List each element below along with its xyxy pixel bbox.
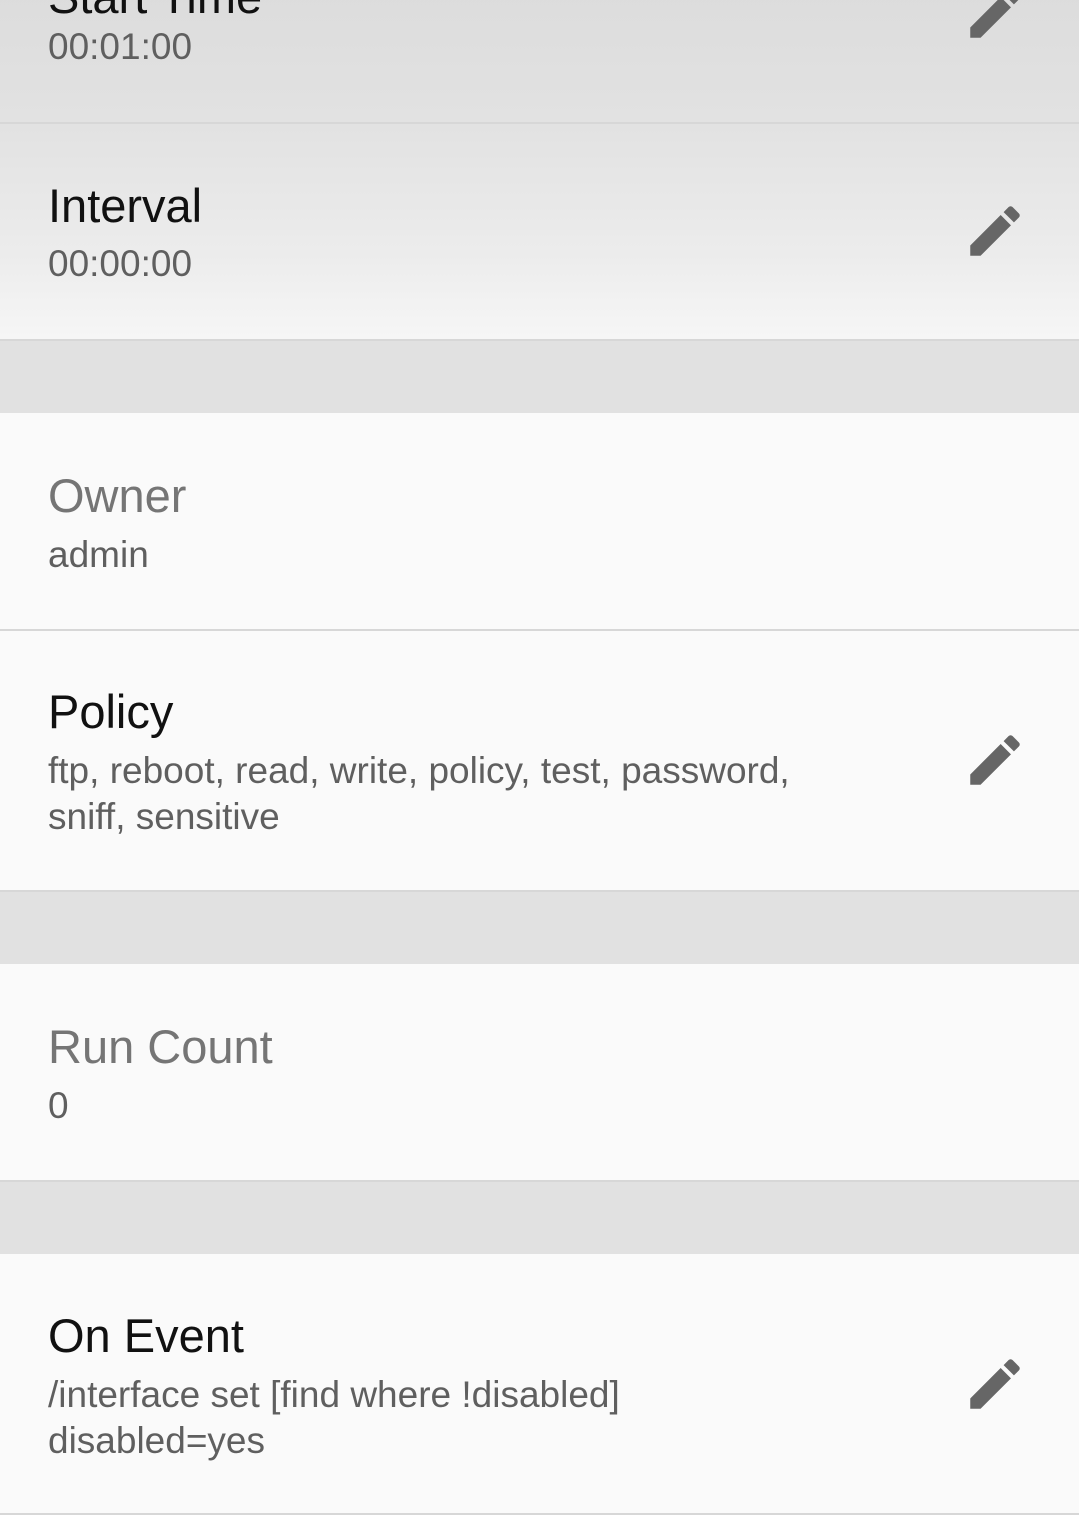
row-value-line-1: ftp, reboot, read, write, policy, test, … <box>48 750 790 791</box>
row-policy[interactable]: Policy ftp, reboot, read, write, policy,… <box>0 631 1079 892</box>
row-title: Owner <box>48 469 187 522</box>
row-start-time[interactable]: Start Time 00:01:00 <box>0 0 1079 124</box>
row-title: Start Time <box>48 0 262 24</box>
row-owner: Owner admin <box>0 413 1079 631</box>
row-value: 00:01:00 <box>48 26 193 67</box>
row-title: On Event <box>48 1309 244 1362</box>
section-divider <box>0 892 1079 964</box>
row-value-line-1: /interface set [find where !disabled] <box>48 1374 620 1415</box>
row-value: 00:00:00 <box>48 243 193 284</box>
row-title: Interval <box>48 179 203 232</box>
section-divider <box>0 341 1079 413</box>
row-on-event[interactable]: On Event /interface set [find where !dis… <box>0 1254 1079 1515</box>
schedule-detail-screen: Start Time 00:01:00 Interval 00:00:00 Ow… <box>0 0 1079 1515</box>
row-value-line-2: sniff, sensitive <box>48 796 280 837</box>
pencil-icon[interactable] <box>962 198 1028 264</box>
pencil-icon[interactable] <box>962 1351 1028 1417</box>
pencil-icon[interactable] <box>962 727 1028 793</box>
section-divider <box>0 1182 1079 1254</box>
row-title: Policy <box>48 685 174 738</box>
row-interval[interactable]: Interval 00:00:00 <box>0 124 1079 341</box>
row-title: Run Count <box>48 1020 273 1073</box>
row-value-line-2: disabled=yes <box>48 1420 266 1461</box>
row-value: admin <box>48 534 149 575</box>
row-value: 0 <box>48 1085 69 1126</box>
pencil-icon[interactable] <box>962 0 1028 46</box>
row-run-count: Run Count 0 <box>0 964 1079 1182</box>
